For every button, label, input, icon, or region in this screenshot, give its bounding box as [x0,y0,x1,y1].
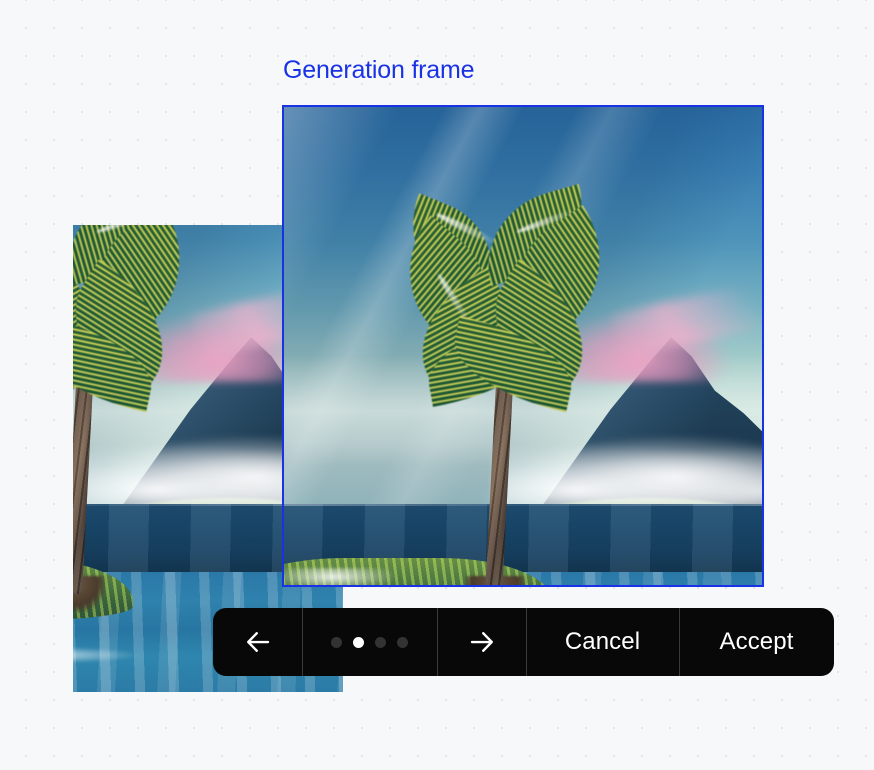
accept-button-label: Accept [719,628,794,655]
painting-scene-generated [283,106,763,586]
variation-dot-2[interactable] [353,636,364,648]
variation-dot-1[interactable] [331,636,342,648]
generation-frame-label: Generation frame [283,56,475,84]
variation-dot-4[interactable] [397,636,408,648]
canvas-root: Generation frame Cancel Accept [0,0,874,770]
generation-toolbar: Cancel Accept [213,608,834,676]
previous-variation-button[interactable] [213,608,302,676]
cancel-button[interactable]: Cancel [526,608,679,676]
arrow-right-icon [470,632,493,652]
variation-dot-3[interactable] [375,636,386,648]
variation-dots [302,608,437,676]
cancel-button-label: Cancel [564,628,641,655]
island-sand [283,568,393,586]
next-variation-button[interactable] [437,608,526,676]
arrow-left-icon [246,632,269,652]
horizon-line [283,504,763,506]
foam-crest [73,646,143,664]
generated-image[interactable] [283,106,763,586]
accept-button[interactable]: Accept [679,608,834,676]
